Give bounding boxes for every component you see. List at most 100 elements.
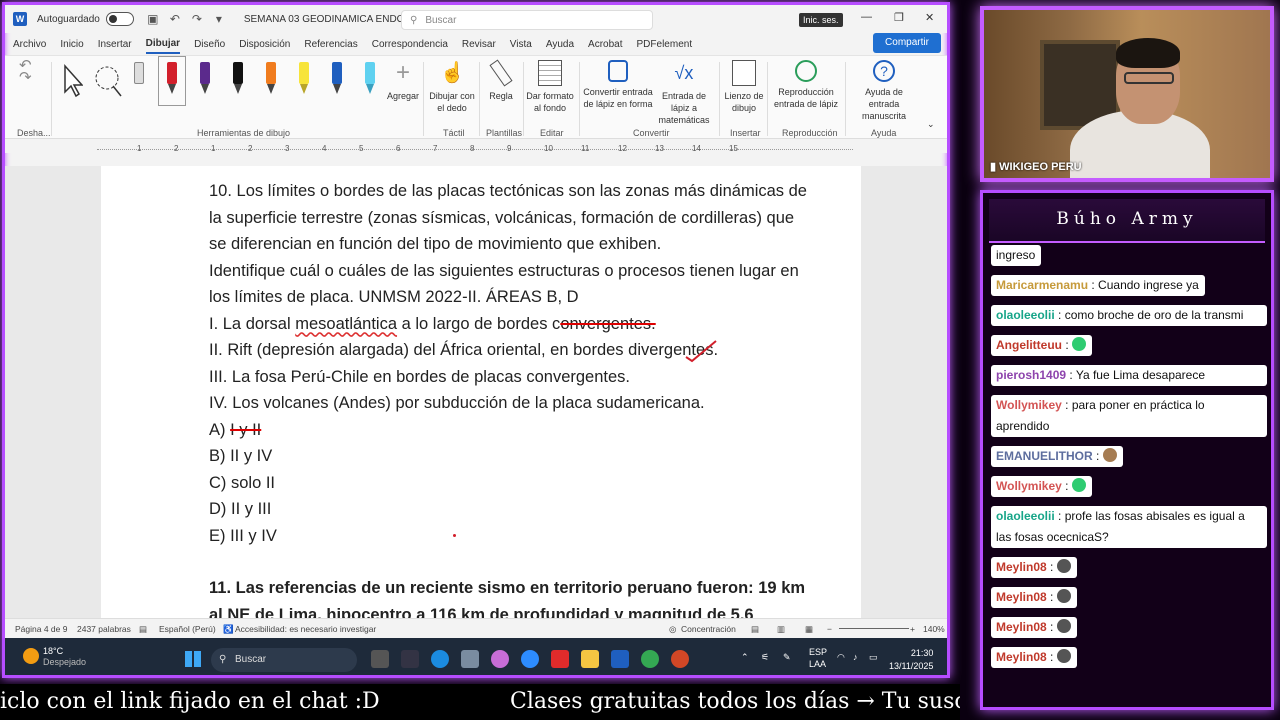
task-view-icon[interactable]	[371, 650, 389, 668]
focus-mode[interactable]: Concentración	[681, 624, 736, 634]
save-icon[interactable]: ▣	[147, 13, 159, 25]
ink-replay-button[interactable]: Reproducción entrada de lápiz	[771, 60, 841, 110]
taskbar-search[interactable]: ⚲ Buscar	[211, 648, 357, 672]
tab-insertar[interactable]: Insertar	[98, 36, 132, 53]
accessibility-status[interactable]: Accesibilidad: es necesario investigar	[235, 624, 376, 634]
web-layout-icon[interactable]: ▦	[805, 624, 813, 635]
document-page[interactable]: 10. Los límites o bordes de las placas t…	[101, 166, 861, 618]
pen-blue-icon[interactable]	[329, 62, 345, 100]
pen-tray-icon[interactable]: ✎	[783, 652, 791, 663]
convert-ink-to-shape-button[interactable]: Convertir entrada de lápiz en forma	[583, 60, 653, 110]
lasso-select-icon[interactable]	[91, 64, 125, 98]
zoom-app-icon[interactable]	[521, 650, 539, 668]
tab-dibujar[interactable]: Dibujar	[145, 35, 181, 54]
ink-math-label: Entrada de lápiz a matemáticas	[658, 91, 710, 125]
zoom-level[interactable]: 140%	[923, 624, 945, 634]
accessibility-icon: ♿	[223, 624, 234, 634]
chat-text: :	[1092, 449, 1103, 463]
edge-icon[interactable]	[431, 650, 449, 668]
tab-referencias[interactable]: Referencias	[304, 36, 357, 53]
zoom-in-icon[interactable]: +	[910, 624, 915, 634]
pen-purple-icon[interactable]	[197, 62, 213, 100]
proofing-icon[interactable]: ▤	[139, 624, 147, 635]
restore-icon[interactable]: ❐	[894, 11, 904, 24]
calculator-icon[interactable]	[461, 650, 479, 668]
acrobat-icon[interactable]	[551, 650, 569, 668]
copilot-icon[interactable]	[491, 650, 509, 668]
highlighter-cyan-icon[interactable]	[362, 62, 378, 100]
tray-chevron-icon[interactable]: ⌃	[741, 652, 749, 663]
tab-correspondencia[interactable]: Correspondencia	[372, 36, 448, 53]
pen-orange-icon[interactable]	[263, 62, 279, 100]
autosave-toggle[interactable]	[105, 12, 134, 26]
format-background-button[interactable]: Dar formato al fondo	[525, 60, 575, 114]
page-count[interactable]: Página 4 de 9	[15, 624, 67, 634]
chat-username: Meylin08	[996, 620, 1047, 634]
tab-inicio[interactable]: Inicio	[60, 36, 83, 53]
document-text[interactable]: 10. Los límites o bordes de las placas t…	[209, 178, 807, 618]
eraser-icon[interactable]	[131, 62, 147, 100]
redo-icon[interactable]: ↷	[191, 13, 203, 25]
file-explorer-icon[interactable]	[581, 650, 599, 668]
close-icon[interactable]: ✕	[925, 11, 934, 24]
ruler-number: 1	[137, 144, 142, 153]
print-layout-icon[interactable]: ▥	[777, 624, 785, 635]
input-language[interactable]: ESP LAA	[809, 646, 827, 670]
tab-vista[interactable]: Vista	[510, 36, 532, 53]
pen-red-icon[interactable]	[158, 56, 186, 106]
windows-start-icon[interactable]	[185, 651, 201, 667]
ink-help-button[interactable]: ? Ayuda de entrada manuscrita	[849, 60, 919, 122]
zoom-slider[interactable]	[839, 628, 909, 629]
document-area[interactable]: 10. Los límites o bordes de las placas t…	[5, 166, 947, 618]
webcam-label: ▮ WIKIGEO PERU	[990, 160, 1082, 173]
tab-acrobat[interactable]: Acrobat	[588, 36, 622, 53]
weather-widget[interactable]: 18°C Despejado	[43, 646, 86, 668]
statement-1-mid: a lo largo de bordes c	[397, 314, 561, 333]
taskbar-search-label: Buscar	[235, 654, 267, 665]
ruler-button[interactable]: Regla	[483, 59, 519, 102]
read-mode-icon[interactable]: ▤	[751, 624, 759, 635]
app-icon[interactable]	[401, 650, 419, 668]
tab-ayuda[interactable]: Ayuda	[546, 36, 574, 53]
share-button[interactable]: Compartir	[873, 33, 941, 53]
weather-desc: Despejado	[43, 657, 87, 667]
network-tray-icon[interactable]: ⚟	[761, 652, 769, 663]
chat-message: Meylin08 :	[991, 617, 1077, 638]
ruler-number: 3	[285, 144, 290, 153]
option-a-struck: I y II	[230, 420, 262, 439]
battery-icon[interactable]: ▭	[869, 652, 878, 663]
ink-dot	[453, 533, 456, 537]
tab-pdfelement[interactable]: PDFelement	[637, 36, 693, 53]
sign-in-button[interactable]: Inic. ses.	[799, 13, 843, 27]
powerpoint-icon[interactable]	[671, 650, 689, 668]
undo-icon[interactable]: ↶	[169, 13, 181, 25]
document-title[interactable]: SEMANA 03 GEODINAMICA ENDOG...	[244, 14, 421, 25]
wifi-icon[interactable]: ◠	[837, 652, 845, 663]
minimize-icon[interactable]: —	[861, 11, 872, 23]
tab-archivo[interactable]: Archivo	[13, 36, 46, 53]
undo-draw-icon[interactable]: ↶ ↷	[19, 58, 32, 85]
pen-black-icon[interactable]	[230, 62, 246, 100]
signal-icon: ▮	[990, 161, 997, 173]
search-input[interactable]: ⚲ Buscar	[401, 10, 653, 30]
ruler-number: 13	[655, 144, 664, 153]
ribbon-collapse-icon[interactable]: ⌄	[927, 118, 935, 130]
help-group-label: Ayuda	[871, 128, 897, 138]
taskbar-clock[interactable]: 21:30 13/11/2025	[889, 647, 933, 673]
tab-diseno[interactable]: Diseño	[194, 36, 225, 53]
highlighter-yellow-icon[interactable]	[296, 62, 312, 100]
drawing-canvas-button[interactable]: Lienzo de dibujo	[723, 60, 765, 114]
chrome-icon[interactable]	[641, 650, 659, 668]
tab-revisar[interactable]: Revisar	[462, 36, 496, 53]
tab-disposicion[interactable]: Disposición	[239, 36, 290, 53]
customize-qat-icon[interactable]: ▾	[213, 13, 225, 25]
language-status[interactable]: Español (Perú)	[159, 624, 216, 634]
word-taskbar-icon[interactable]	[611, 650, 629, 668]
zoom-out-icon[interactable]: −	[827, 624, 832, 634]
add-pen-button[interactable]: + Agregar	[387, 60, 419, 102]
ink-to-math-button[interactable]: √x Entrada de lápiz a matemáticas	[653, 60, 715, 126]
word-count[interactable]: 2437 palabras	[77, 624, 131, 634]
draw-with-finger-button[interactable]: ☝ Dibujar con el dedo	[427, 60, 477, 114]
select-cursor-icon[interactable]	[61, 64, 83, 98]
volume-icon[interactable]: ♪	[853, 652, 858, 662]
